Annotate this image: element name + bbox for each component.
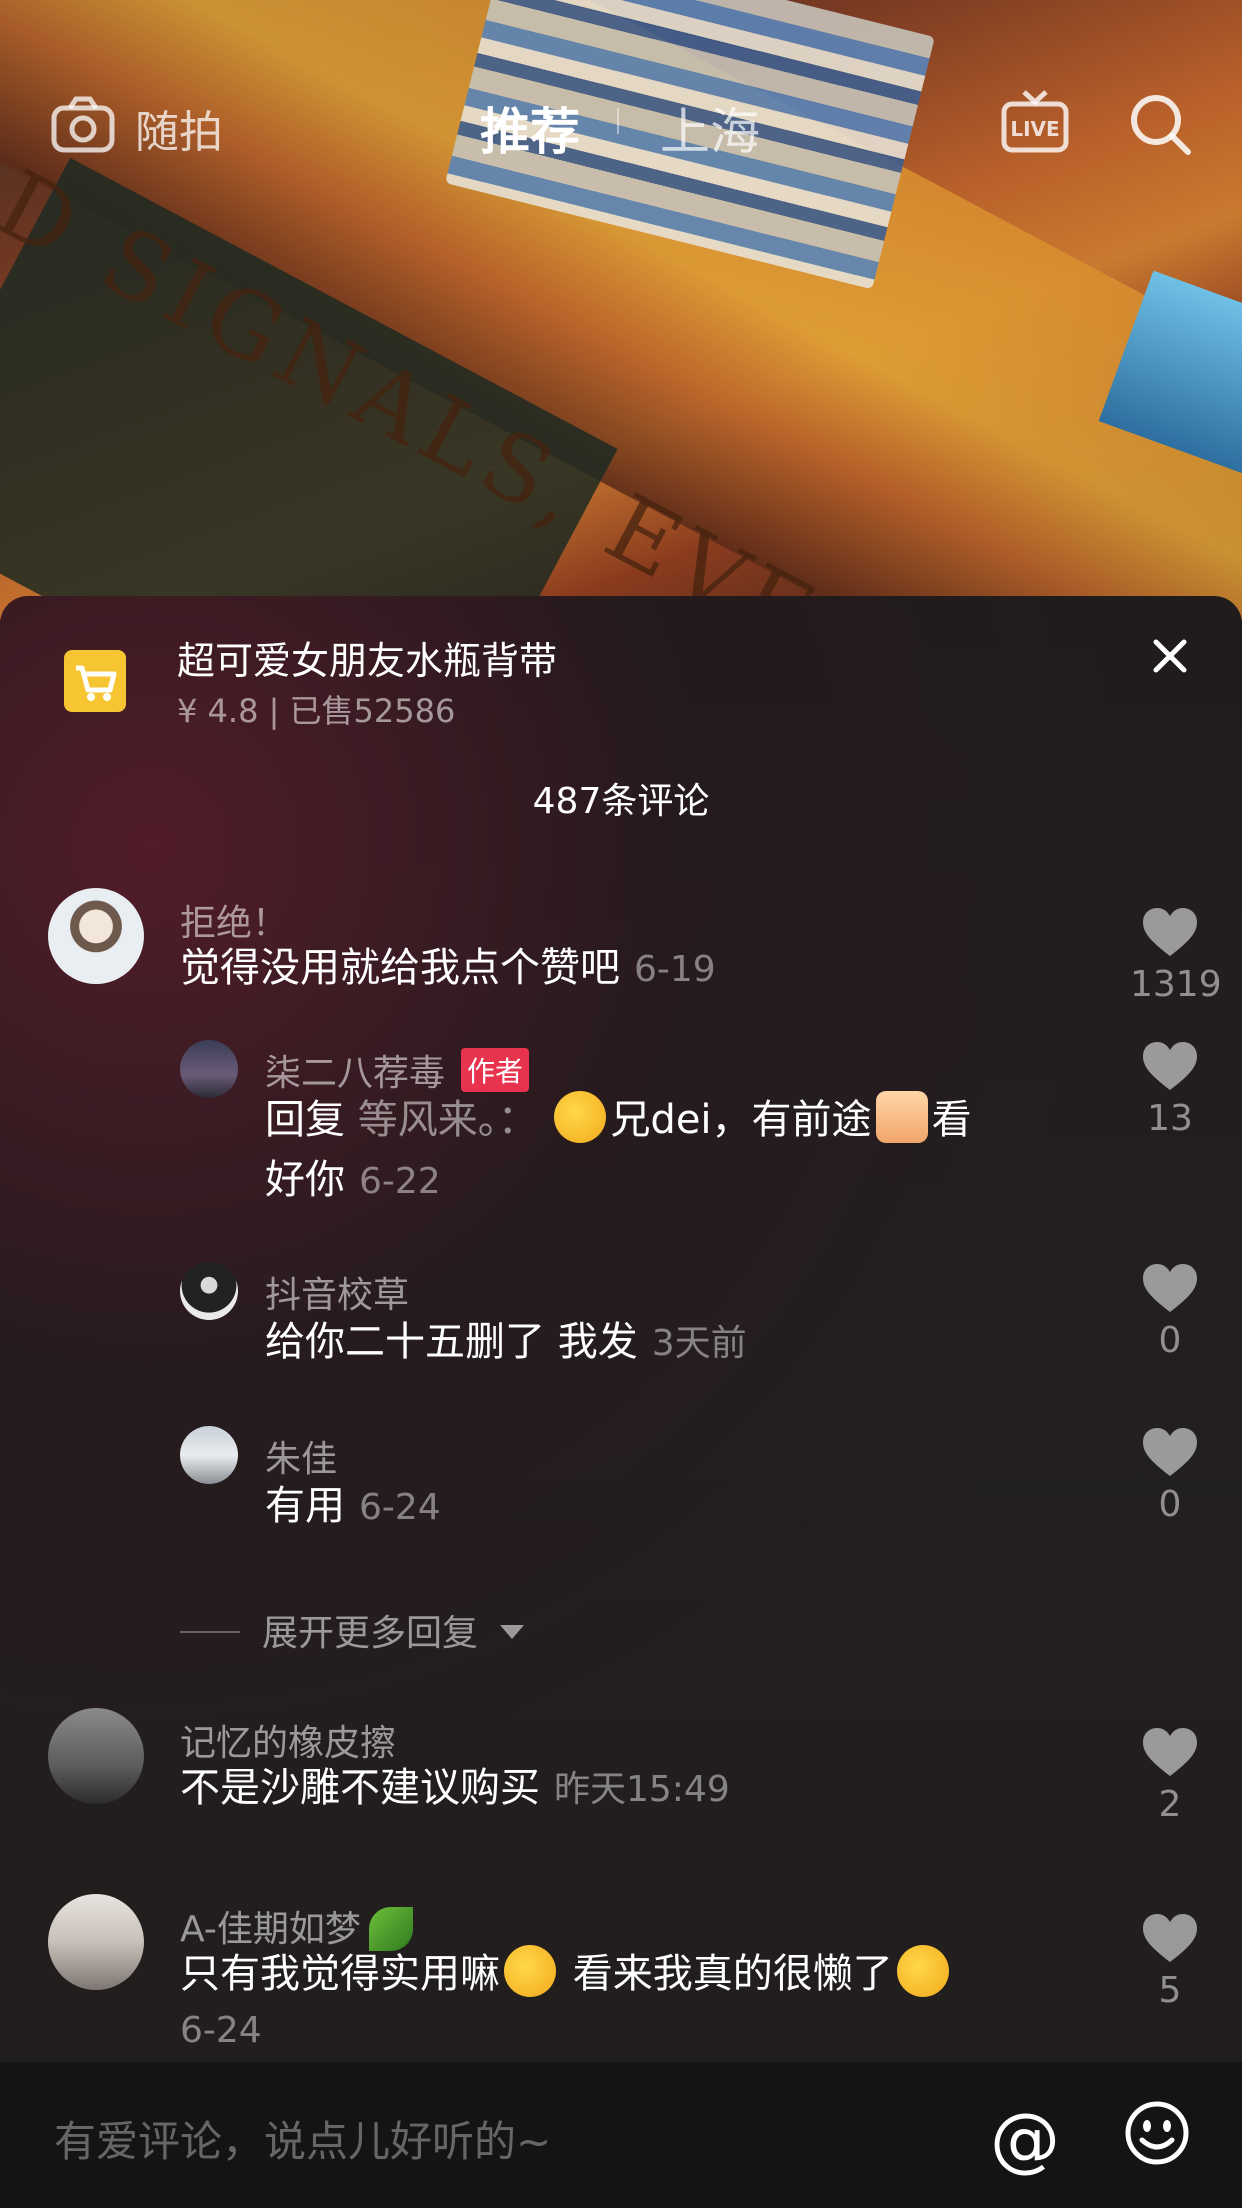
comment-time: 6-19 bbox=[634, 949, 716, 990]
comment-body: 只有我觉得实用嘛 bbox=[180, 1951, 500, 1997]
expand-replies-button[interactable]: 展开更多回复 bbox=[180, 1604, 525, 1656]
heart-icon bbox=[1143, 1042, 1197, 1090]
avatar[interactable] bbox=[180, 1262, 238, 1320]
crying-emoji-icon bbox=[896, 1945, 949, 1997]
like-count: 5 bbox=[1158, 1970, 1182, 2011]
comment-body: 不是沙雕不建议购买 bbox=[180, 1765, 540, 1811]
tab-divider bbox=[617, 108, 619, 134]
avatar[interactable] bbox=[180, 1040, 238, 1098]
heart-icon bbox=[1143, 1728, 1197, 1776]
thinking-emoji-icon bbox=[554, 1091, 607, 1143]
product-card[interactable]: 超可爱女朋友水瓶背带 ¥ 4.8 | 已售52586 bbox=[0, 596, 1242, 746]
product-title[interactable]: 超可爱女朋友水瓶背带 bbox=[177, 630, 557, 685]
laughing-emoji-icon bbox=[504, 1945, 556, 1997]
like-button[interactable]: 0 bbox=[1130, 1262, 1210, 1361]
comment-time-row: 6-24 bbox=[180, 2004, 262, 2056]
reply-username[interactable]: 抖音校草 bbox=[265, 1266, 409, 1318]
like-count: 2 bbox=[1158, 1784, 1182, 1825]
comment-time: 昨天15:49 bbox=[554, 1769, 730, 1810]
reply-prefix: 回复 bbox=[265, 1097, 358, 1143]
avatar[interactable] bbox=[48, 1894, 144, 1990]
reply-body-cont: 看 bbox=[931, 1097, 972, 1143]
cart-icon bbox=[64, 650, 126, 712]
top-bar: 随拍 推荐 上海 LIVE bbox=[0, 80, 1242, 168]
comment-input-bar[interactable]: 有爱评论，说点儿好听的~ @ bbox=[0, 2062, 1242, 2208]
like-button[interactable]: 5 bbox=[1130, 1912, 1210, 2011]
like-button[interactable]: 0 bbox=[1130, 1426, 1210, 1525]
camera-icon[interactable] bbox=[50, 94, 116, 154]
svg-text:LIVE: LIVE bbox=[1010, 117, 1059, 141]
live-icon[interactable]: LIVE bbox=[1000, 88, 1070, 158]
close-icon[interactable] bbox=[1150, 636, 1190, 676]
comment-time: 6-24 bbox=[180, 2010, 262, 2051]
tab-local[interactable]: 上海 bbox=[660, 92, 760, 164]
username-text[interactable]: 柒二八荐毒 bbox=[265, 1053, 445, 1094]
heart-icon bbox=[1143, 1914, 1197, 1962]
reply-to-user[interactable]: 等风来。： bbox=[358, 1097, 538, 1143]
comment-time: 6-24 bbox=[359, 1487, 441, 1528]
heart-icon bbox=[1143, 908, 1197, 956]
comment-text: 只有我觉得实用嘛 看来我真的很懒了 bbox=[180, 1944, 953, 2004]
like-count: 1319 bbox=[1130, 964, 1222, 1005]
divider-line bbox=[180, 1631, 240, 1633]
like-button[interactable]: 1319 bbox=[1130, 906, 1222, 1005]
expand-label[interactable]: 展开更多回复 bbox=[262, 1613, 478, 1654]
product-meta: ¥ 4.8 | 已售52586 bbox=[177, 692, 456, 730]
comment-time: 6-22 bbox=[359, 1161, 441, 1202]
smile-icon[interactable] bbox=[1124, 2100, 1190, 2166]
comment-input[interactable]: 有爱评论，说点儿好听的~ bbox=[54, 2108, 551, 2169]
camera-label[interactable]: 随拍 bbox=[135, 96, 223, 160]
comment-body: 觉得没用就给我点个赞吧 bbox=[180, 945, 620, 991]
search-icon[interactable] bbox=[1128, 92, 1192, 156]
comment-time: 3天前 bbox=[651, 1323, 747, 1364]
reply-text: 给你二十五删了 我发 3天前 bbox=[265, 1312, 747, 1374]
chevron-down-icon bbox=[500, 1625, 525, 1639]
reply-username[interactable]: 朱佳 bbox=[265, 1430, 337, 1482]
heart-icon bbox=[1143, 1264, 1197, 1312]
reply-text: 回复 等风来。： 兄dei，有前途 看好你 6-22 bbox=[265, 1090, 1085, 1212]
reply-body: 给你二十五删了 我发 bbox=[265, 1319, 638, 1365]
comment-body-cont: 看来我真的很懒了 bbox=[560, 1951, 893, 1997]
like-button[interactable]: 13 bbox=[1130, 1040, 1210, 1139]
comment-text: 不是沙雕不建议购买 昨天15:49 bbox=[180, 1758, 730, 1820]
comment-count: 487条评论 bbox=[532, 781, 710, 822]
comment-text: 觉得没用就给我点个赞吧 6-19 bbox=[180, 938, 716, 1000]
comment-sheet: 超可爱女朋友水瓶背带 ¥ 4.8 | 已售52586 487条评论 拒绝！ 觉得… bbox=[0, 596, 1242, 2208]
like-count: 13 bbox=[1147, 1098, 1193, 1139]
reply-body: 兄dei，有前途 bbox=[610, 1097, 872, 1143]
reply-text: 有用 6-24 bbox=[265, 1476, 441, 1538]
avatar[interactable] bbox=[180, 1426, 238, 1484]
like-count: 0 bbox=[1158, 1320, 1182, 1361]
avatar[interactable] bbox=[48, 888, 144, 984]
avatar[interactable] bbox=[48, 1708, 144, 1804]
like-button[interactable]: 2 bbox=[1130, 1726, 1210, 1825]
thumbs-up-emoji-icon bbox=[875, 1091, 928, 1143]
reply-body: 有用 bbox=[265, 1483, 345, 1529]
reply-body-end: 好你 bbox=[265, 1157, 345, 1203]
reply-username[interactable]: 柒二八荐毒 作者 bbox=[265, 1044, 530, 1096]
heart-icon bbox=[1143, 1428, 1197, 1476]
like-count: 0 bbox=[1158, 1484, 1182, 1525]
tab-recommend[interactable]: 推荐 bbox=[480, 92, 580, 164]
author-badge: 作者 bbox=[461, 1048, 530, 1092]
at-icon[interactable]: @ bbox=[990, 2098, 1060, 2180]
